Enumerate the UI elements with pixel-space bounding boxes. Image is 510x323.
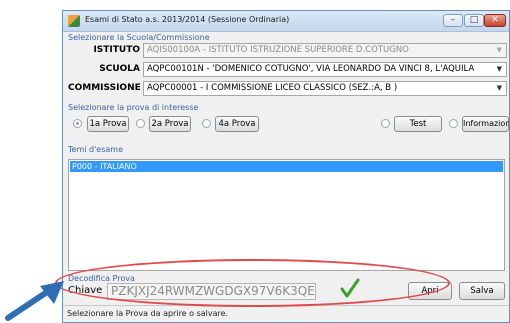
chevron-down-icon: ▼ (496, 65, 502, 73)
status-bar: Selezionare la Prova da aprire o salvare… (63, 305, 509, 322)
temi-label: Temi d'esame (68, 145, 123, 154)
scuola-label: SCUOLA (99, 64, 140, 74)
minimize-button[interactable]: – (443, 14, 463, 27)
apri-button[interactable]: Apri (408, 282, 452, 300)
prova-4a-button[interactable]: 4a Prova (215, 116, 259, 132)
salva-button[interactable]: Salva (459, 282, 505, 300)
temi-listbox[interactable]: P000 - ITALIANO (68, 159, 505, 271)
status-text: Selezionare la Prova da aprire o salvare… (67, 309, 229, 318)
app-window: Esami di Stato a.s. 2013/2014 (Sessione … (62, 10, 510, 323)
maximize-button[interactable]: □ (464, 14, 484, 27)
radio-test[interactable] (381, 119, 390, 128)
chiave-label: Chiave (68, 285, 103, 296)
istituto-value: AQIS00100A - ISTITUTO ISTRUZIONE SUPERIO… (147, 45, 409, 55)
informazioni-button[interactable]: Informazioni (462, 116, 509, 132)
window-title: Esami di Stato a.s. 2013/2014 (Sessione … (85, 15, 290, 24)
decodifica-label: Decodifica Prova (68, 274, 135, 283)
chevron-down-icon: ▼ (496, 46, 502, 54)
scuola-combo[interactable]: AQPC00101N - 'DOMENICO COTUGNO', VIA LEO… (143, 62, 507, 77)
chevron-down-icon: ▼ (496, 84, 502, 92)
prova-1a-button[interactable]: 1a Prova (87, 116, 129, 132)
test-button[interactable]: Test (394, 116, 442, 132)
radio-4a-prova[interactable] (202, 119, 211, 128)
chiave-field[interactable]: PZKJXJ24RWMZWGDGX97V6K3QE (107, 283, 316, 300)
title-bar[interactable]: Esami di Stato a.s. 2013/2014 (Sessione … (63, 11, 509, 32)
prova-section-label: Selezionare la prova di interesse (68, 103, 199, 112)
scuola-value: AQPC00101N - 'DOMENICO COTUGNO', VIA LEO… (147, 64, 475, 74)
radio-informazioni[interactable] (449, 119, 458, 128)
istituto-combo: AQIS00100A - ISTITUTO ISTRUZIONE SUPERIO… (143, 43, 507, 58)
school-section-label: Selezionare la Scuola/Commissione (68, 33, 210, 42)
checkmark-icon (340, 278, 360, 298)
radio-1a-prova[interactable] (73, 119, 82, 128)
app-icon (68, 15, 80, 27)
commissione-value: AQPC00001 - I COMMISSIONE LICEO CLASSICO… (147, 83, 398, 93)
commissione-label: COMMISSIONE (68, 83, 141, 93)
close-button[interactable]: ✕ (484, 14, 506, 27)
pointer-arrow-icon (5, 281, 64, 321)
list-item[interactable]: P000 - ITALIANO (70, 161, 503, 172)
radio-2a-prova[interactable] (136, 119, 145, 128)
istituto-label: ISTITUTO (93, 45, 140, 55)
prova-2a-button[interactable]: 2a Prova (149, 116, 191, 132)
commissione-combo[interactable]: AQPC00001 - I COMMISSIONE LICEO CLASSICO… (143, 81, 507, 96)
